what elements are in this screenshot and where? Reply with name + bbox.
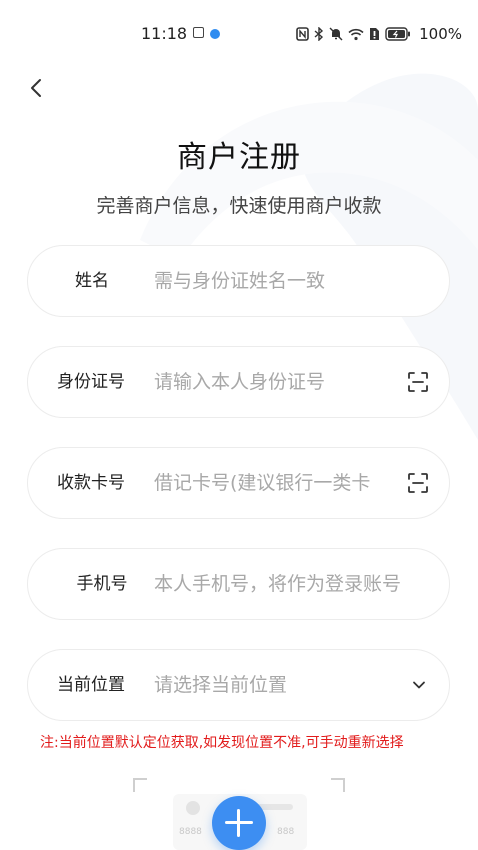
phone-input[interactable] <box>154 566 439 602</box>
chevron-down-icon[interactable] <box>411 677 427 693</box>
mute-icon <box>329 27 343 41</box>
nfc-icon <box>296 27 309 41</box>
bank-card-input[interactable] <box>154 465 416 501</box>
bluetooth-icon <box>314 27 324 41</box>
battery-percent: 100% <box>419 25 462 43</box>
location-select[interactable]: 当前位置 <box>27 649 450 721</box>
bank-card-label: 收款卡号 <box>57 473 125 493</box>
background-decoration <box>140 73 478 440</box>
battery-icon <box>385 27 411 41</box>
name-field: 姓名 <box>27 245 450 317</box>
back-arrow-icon[interactable] <box>26 74 50 102</box>
gallery-icon <box>193 27 204 38</box>
id-card-input[interactable] <box>154 364 416 400</box>
phone-label: 手机号 <box>76 574 128 594</box>
location-input[interactable] <box>154 667 416 703</box>
id-card-label: 身份证号 <box>57 372 125 392</box>
page-subtitle: 完善商户信息，快速使用商户收款 <box>96 195 382 217</box>
card-number-left: 8888 <box>179 827 202 837</box>
card-number-right: 888 <box>277 827 294 837</box>
add-photo-button[interactable] <box>212 796 266 850</box>
location-notice: 注:当前位置默认定位获取,如发现位置不准,可手动重新选择 <box>40 735 404 751</box>
status-icons: 100% <box>296 22 462 46</box>
id-card-field: 身份证号 <box>27 346 450 418</box>
app-dot-icon <box>210 29 220 39</box>
scan-id-card-icon[interactable] <box>407 371 429 393</box>
status-bar: 11:18 100% <box>0 0 478 70</box>
name-label: 姓名 <box>75 271 109 291</box>
scan-bank-card-icon[interactable] <box>407 472 429 494</box>
page-title: 商户注册 <box>177 140 301 175</box>
status-time: 11:18 <box>141 24 188 43</box>
sim-icon <box>370 28 380 40</box>
phone-field: 手机号 <box>27 548 450 620</box>
bank-card-field: 收款卡号 <box>27 447 450 519</box>
name-input[interactable] <box>154 263 439 299</box>
location-label: 当前位置 <box>57 675 125 695</box>
wifi-icon <box>348 28 364 40</box>
